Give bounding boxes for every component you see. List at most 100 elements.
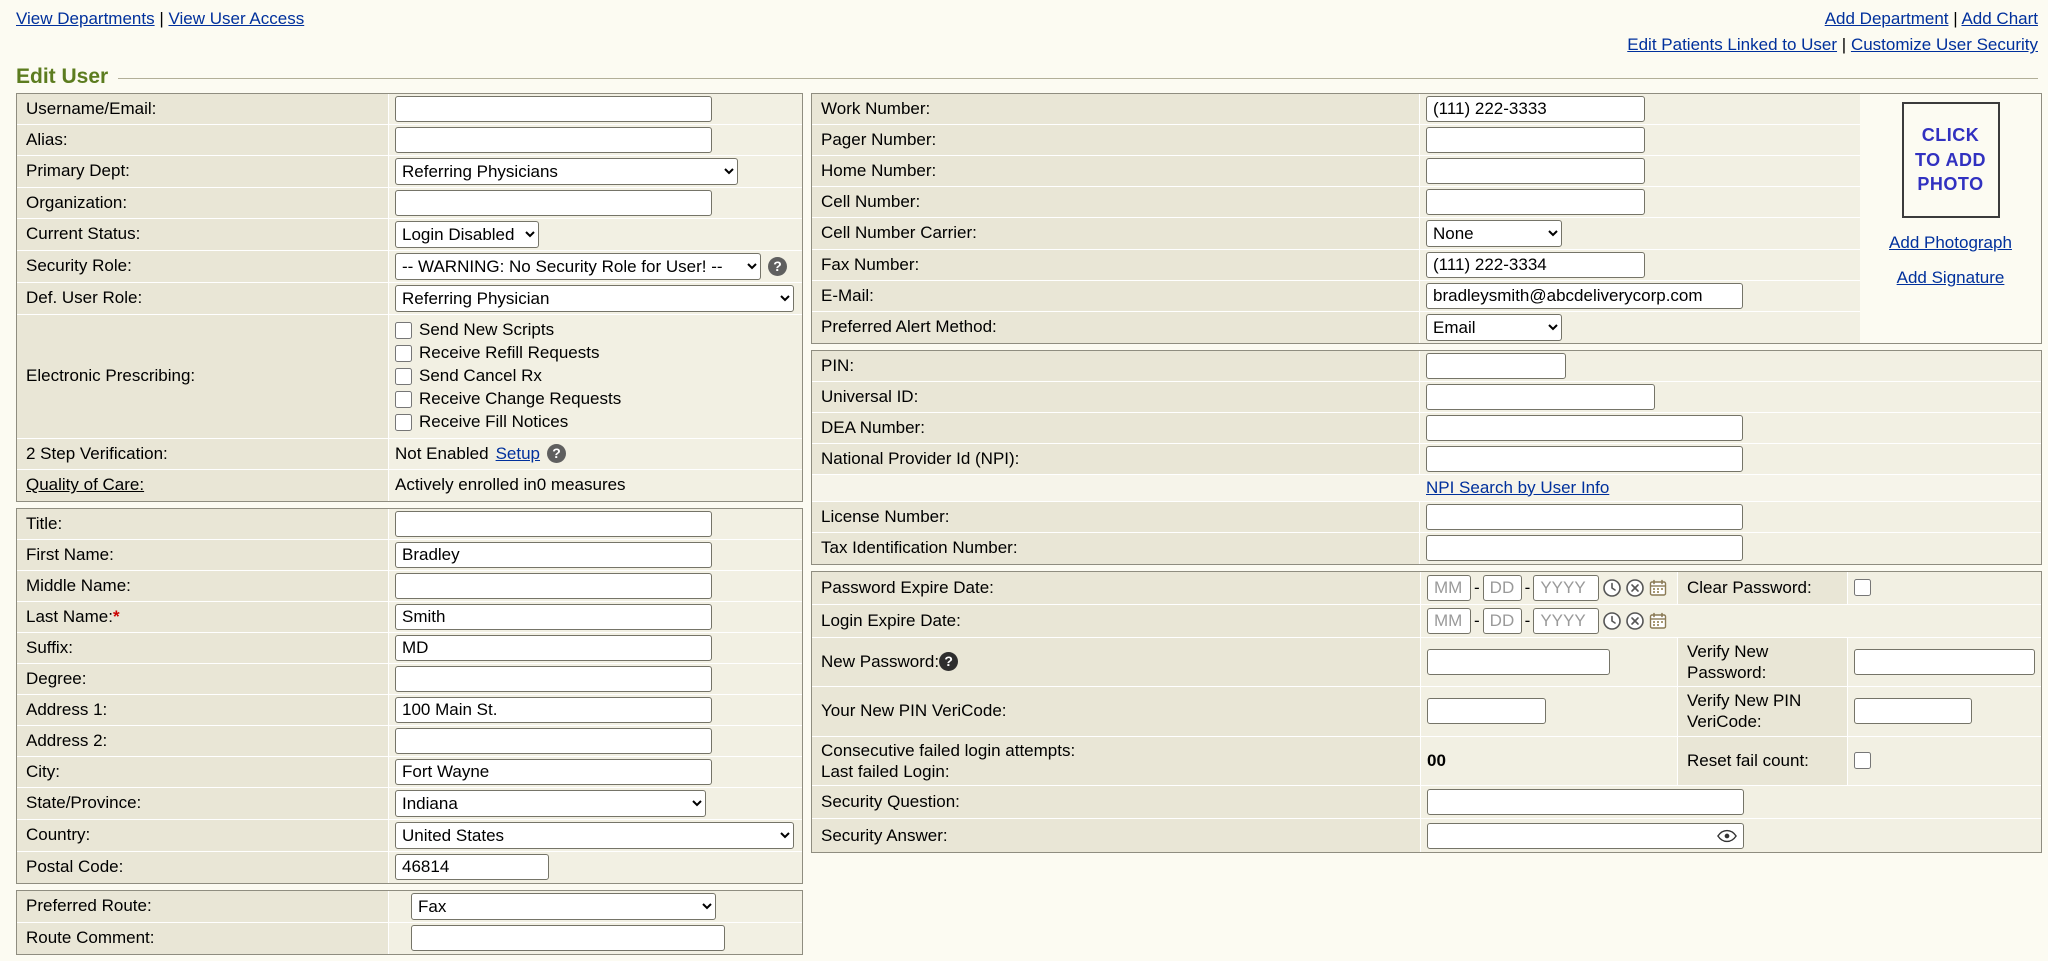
last-name-input[interactable]	[395, 604, 712, 630]
tax-id-label: Tax Identification Number:	[812, 533, 1420, 564]
middle-name-input[interactable]	[395, 573, 712, 599]
password-expire-yyyy-input[interactable]	[1533, 575, 1599, 601]
country-select[interactable]: United States	[395, 822, 794, 849]
two-step-setup-link[interactable]: Setup	[496, 444, 540, 464]
receive-fill-notices-checkbox[interactable]	[395, 414, 412, 431]
two-step-help-icon[interactable]: ?	[547, 444, 566, 463]
tax-id-input[interactable]	[1426, 535, 1743, 561]
work-number-row: Work Number:	[812, 94, 1860, 125]
last-name-label: Last Name:*	[17, 602, 389, 632]
work-number-input[interactable]	[1426, 96, 1645, 122]
add-signature-link[interactable]: Add Signature	[1897, 268, 2005, 288]
preferred-alert-select[interactable]: Email	[1426, 314, 1562, 341]
receive-change-requests-checkbox[interactable]	[395, 391, 412, 408]
security-role-help-icon[interactable]: ?	[768, 257, 787, 276]
calendar-icon[interactable]	[1648, 611, 1668, 631]
alias-input[interactable]	[395, 127, 712, 153]
postal-code-input[interactable]	[395, 854, 549, 880]
home-number-input[interactable]	[1426, 158, 1645, 184]
cell-carrier-row: Cell Number Carrier: None	[812, 218, 1860, 250]
preferred-route-row: Preferred Route: Fax	[17, 891, 802, 923]
first-name-label: First Name:	[17, 540, 389, 570]
address1-row: Address 1:	[17, 695, 802, 726]
security-answer-input[interactable]	[1427, 823, 1744, 849]
pin-label: PIN:	[812, 351, 1420, 381]
cell-carrier-select[interactable]: None	[1426, 220, 1562, 247]
password-expire-dd-input[interactable]	[1483, 575, 1522, 601]
suffix-input[interactable]	[395, 635, 712, 661]
verify-new-password-input[interactable]	[1854, 649, 2035, 675]
add-chart-link[interactable]: Add Chart	[1961, 9, 2038, 28]
view-user-access-link[interactable]: View User Access	[168, 9, 304, 28]
edit-patients-linked-link[interactable]: Edit Patients Linked to User	[1627, 35, 1837, 54]
npi-search-link[interactable]: NPI Search by User Info	[1426, 478, 1609, 498]
reset-fail-count-checkbox[interactable]	[1854, 752, 1871, 769]
address2-input[interactable]	[395, 728, 712, 754]
username-input[interactable]	[395, 96, 712, 122]
clock-icon[interactable]	[1602, 611, 1622, 631]
organization-row: Organization:	[17, 188, 802, 219]
add-photograph-link[interactable]: Add Photograph	[1889, 233, 2012, 253]
clock-icon[interactable]	[1602, 578, 1622, 598]
pin-vericode-input[interactable]	[1427, 698, 1546, 724]
username-label: Username/Email:	[17, 94, 389, 124]
route-comment-input[interactable]	[411, 925, 725, 951]
login-expire-dd-input[interactable]	[1483, 608, 1522, 634]
clear-password-checkbox[interactable]	[1854, 579, 1871, 596]
top-nav: View Departments | View User Access Add …	[0, 0, 2048, 59]
verify-pin-vericode-input[interactable]	[1854, 698, 1972, 724]
security-role-select[interactable]: -- WARNING: No Security Role for User! -…	[395, 253, 761, 280]
state-select[interactable]: Indiana	[395, 790, 706, 817]
calendar-icon[interactable]	[1648, 578, 1668, 598]
add-department-link[interactable]: Add Department	[1825, 9, 1949, 28]
clear-date-icon[interactable]	[1625, 611, 1645, 631]
fax-number-input[interactable]	[1426, 252, 1645, 278]
organization-input[interactable]	[395, 190, 712, 216]
city-input[interactable]	[395, 759, 712, 785]
new-password-help-icon[interactable]: ?	[939, 652, 958, 671]
email-label: E-Mail:	[812, 281, 1420, 311]
name-address-section: Title: First Name: Middle Name: Last Nam…	[16, 508, 803, 884]
city-label: City:	[17, 757, 389, 787]
pin-row: PIN:	[812, 351, 2041, 382]
receive-refill-requests-checkbox[interactable]	[395, 345, 412, 362]
login-expire-mm-input[interactable]	[1427, 608, 1471, 634]
preferred-alert-label: Preferred Alert Method:	[812, 312, 1420, 343]
new-password-input[interactable]	[1427, 649, 1610, 675]
fax-number-row: Fax Number:	[812, 250, 1860, 281]
photo-placeholder[interactable]: CLICK TO ADD PHOTO	[1902, 102, 2000, 218]
send-new-scripts-checkbox[interactable]	[395, 322, 412, 339]
top-nav-left: View Departments | View User Access	[16, 6, 304, 32]
def-user-role-select[interactable]: Referring Physician	[395, 285, 794, 312]
security-role-label: Security Role:	[17, 251, 389, 282]
view-departments-link[interactable]: View Departments	[16, 9, 155, 28]
password-expire-mm-input[interactable]	[1427, 575, 1471, 601]
login-expire-yyyy-input[interactable]	[1533, 608, 1599, 634]
email-input[interactable]	[1426, 283, 1743, 309]
security-question-input[interactable]	[1427, 789, 1744, 815]
first-name-input[interactable]	[395, 542, 712, 568]
dea-number-input[interactable]	[1426, 415, 1743, 441]
state-row: State/Province: Indiana	[17, 788, 802, 820]
degree-input[interactable]	[395, 666, 712, 692]
alias-label: Alias:	[17, 125, 389, 155]
universal-id-input[interactable]	[1426, 384, 1655, 410]
cell-number-input[interactable]	[1426, 189, 1645, 215]
quality-of-care-link[interactable]: Quality of Care:	[26, 475, 144, 495]
clear-date-icon[interactable]	[1625, 578, 1645, 598]
send-cancel-rx-checkbox[interactable]	[395, 368, 412, 385]
title-input[interactable]	[395, 511, 712, 537]
current-status-select[interactable]: Login Disabled	[395, 221, 539, 248]
show-password-eye-icon[interactable]	[1717, 829, 1737, 842]
top-nav-right-row2: Edit Patients Linked to User | Customize…	[1627, 32, 2038, 58]
contact-fields: Work Number: Pager Number: Home Number: …	[812, 94, 1860, 343]
address1-input[interactable]	[395, 697, 712, 723]
npi-input[interactable]	[1426, 446, 1743, 472]
preferred-route-select[interactable]: Fax	[411, 893, 716, 920]
address1-label: Address 1:	[17, 695, 389, 725]
pager-number-input[interactable]	[1426, 127, 1645, 153]
license-number-input[interactable]	[1426, 504, 1743, 530]
customize-user-security-link[interactable]: Customize User Security	[1851, 35, 2038, 54]
primary-dept-select[interactable]: Referring Physicians	[395, 158, 738, 185]
pin-input[interactable]	[1426, 353, 1566, 379]
